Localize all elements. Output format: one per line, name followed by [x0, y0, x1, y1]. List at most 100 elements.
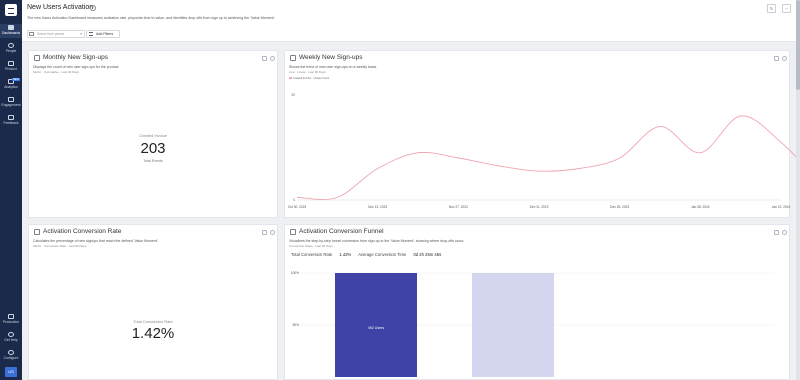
card-description: Displays the count of new user sign-ups … — [33, 65, 120, 69]
funnel-bar-label: 492 Users — [368, 326, 385, 330]
card-description: Visualizes the step-by-step funnel conve… — [289, 239, 465, 243]
avg-conversion-stat: Average Conversion Time 0d 2h 25m 46s — [358, 252, 441, 257]
conversion-funnel-chart: 100% 50% 492 Users — [291, 271, 775, 377]
monthly-signups-card: Monthly New Sign-ups Displays the count … — [28, 50, 278, 218]
table-icon — [34, 55, 40, 61]
settings-icon[interactable] — [782, 56, 787, 61]
kpi-label: Total Conversion Rate — [133, 319, 173, 324]
avatar[interactable]: US — [5, 367, 17, 377]
sidebar-item-people[interactable]: People — [0, 43, 22, 55]
kpi-sub: Total Events — [143, 159, 163, 163]
sidebar-item-label: Product — [5, 67, 17, 71]
lock-icon[interactable] — [262, 230, 267, 235]
funnel-bar[interactable] — [335, 273, 417, 377]
product-icon — [8, 61, 14, 66]
add-filters-button[interactable]: Add Filters — [86, 30, 120, 38]
sidebar-item-feedback[interactable]: Feedback — [0, 115, 22, 127]
kpi-label: Created Invoice — [138, 133, 167, 138]
lock-icon[interactable] — [774, 230, 779, 235]
settings-icon[interactable] — [782, 230, 787, 235]
card-description: Calculates the percentage of new signups… — [33, 239, 159, 243]
funnel-stats: Total Conversion Rate 1.42% Average Conv… — [291, 252, 447, 257]
lock-icon[interactable] — [774, 56, 779, 61]
time-period-select[interactable]: Select time period ▾ — [27, 30, 85, 38]
people-icon — [8, 43, 14, 48]
chevron-down-icon: ▾ — [80, 32, 82, 36]
sidebar-item-engagement[interactable]: Engagement — [0, 97, 22, 109]
page-scrollbar[interactable] — [796, 0, 800, 380]
legend-swatch — [289, 77, 292, 79]
total-conversion-label: Total Conversion Rate — [291, 252, 333, 257]
kpi-value: 203 — [140, 140, 166, 157]
sidebar-item-dashboards[interactable]: Dashboards — [0, 24, 22, 38]
sidebar-item-get-help[interactable]: Get Help — [0, 332, 22, 344]
new-badge: NEW — [11, 78, 20, 81]
sidebar-item-label: Get Help — [4, 338, 18, 342]
total-conversion-value: 1.42% — [339, 252, 352, 257]
lock-icon[interactable] — [262, 56, 267, 61]
dashboard-header: New Users Activation ? The new Users Act… — [22, 0, 796, 42]
settings-icon[interactable] — [270, 230, 275, 235]
avg-conversion-label: Average Conversion Time — [358, 252, 407, 257]
sidebar-item-analytics[interactable]: NEW Analytics — [0, 78, 22, 91]
sidebar-item-configure[interactable]: Configure — [0, 350, 22, 362]
y-tick-label: 0 — [293, 198, 295, 202]
page-title: New Users Activation — [27, 4, 94, 11]
weekly-signups-card: Weekly New Sign-ups Shows the trend of n… — [284, 50, 800, 218]
chart-legend[interactable]: Created Invoice · Unique Users — [289, 77, 329, 80]
weekly-signups-line-chart: 20 0 Oct 30, 2023 Nov 13, 2023 Nov 27, 2023 D… — [288, 93, 800, 209]
activation-conversion-funnel-card: Activation Conversion Funnel Visualizes … — [284, 224, 790, 380]
avg-conversion-value: 0d 2h 25m 46s — [413, 252, 442, 257]
help-circle-icon[interactable]: ? — [90, 5, 96, 11]
x-tick-label: Nov 13, 2023 — [368, 205, 387, 209]
help-icon — [8, 332, 14, 337]
card-title: Monthly New Sign-ups — [43, 54, 109, 61]
scrollbar-thumb[interactable] — [796, 0, 800, 90]
table-icon — [290, 55, 296, 61]
refresh-button[interactable]: ↻ — [767, 4, 776, 13]
legend-label: Created Invoice · Unique Users — [293, 77, 330, 80]
card-title: Activation Conversion Rate — [43, 228, 122, 235]
card-meta: Metric · Conversion Rate · Last 90 Days — [33, 244, 87, 248]
x-tick-label: Jan 08, 2024 — [691, 205, 710, 209]
sidebar-item-label: Production — [2, 320, 20, 324]
app-logo-icon[interactable] — [5, 4, 17, 16]
funnel-y-tick-label: 100% — [291, 271, 299, 275]
sidebar-item-label: Configure — [3, 356, 19, 360]
chart-icon — [290, 229, 296, 235]
x-tick-label: Dec 25, 2023 — [610, 205, 629, 209]
series-line[interactable] — [296, 115, 800, 200]
funnel-y-tick-label: 50% — [293, 323, 300, 327]
sidebar-item-label: Engagement — [1, 103, 21, 107]
x-tick-label: Nov 27, 2023 — [449, 205, 468, 209]
sidebar-item-production[interactable]: Production — [0, 314, 22, 326]
sidebar-item-product[interactable]: Product — [0, 61, 22, 73]
card-meta: Line · Linear · Last 90 Days — [289, 70, 326, 74]
funnel-bar[interactable] — [472, 273, 554, 377]
add-filters-label: Add Filters — [96, 32, 114, 36]
card-title: Weekly New Sign-ups — [299, 54, 363, 61]
more-options-button[interactable]: ⋯ — [782, 4, 791, 13]
dashboards-icon — [8, 25, 14, 30]
kpi-value: 1.42% — [131, 325, 175, 342]
card-meta: Conversion Steps · Last 90 Days — [289, 244, 333, 248]
card-title: Activation Conversion Funnel — [299, 228, 384, 235]
sidebar-item-label: Dashboards — [1, 31, 21, 35]
sidebar: Dashboards People Product NEW Analytics … — [0, 0, 22, 380]
chart-icon — [34, 229, 40, 235]
settings-icon[interactable] — [270, 56, 275, 61]
page-description: The new Users Activation Dashboard measu… — [27, 16, 276, 20]
y-tick-label: 20 — [291, 93, 295, 97]
gear-icon — [8, 350, 14, 355]
x-tick-label: Jan 22, 2024 — [772, 205, 791, 209]
time-period-placeholder: Select time period — [37, 32, 65, 36]
x-tick-label: Oct 30, 2023 — [288, 205, 306, 209]
sidebar-item-label: Analytics — [4, 85, 18, 89]
x-tick-label: Dec 11, 2023 — [530, 205, 549, 209]
engagement-icon — [8, 97, 14, 102]
filter-icon — [89, 32, 93, 36]
sidebar-item-label: People — [5, 49, 17, 53]
card-description: Shows the trend of new user sign-ups on … — [289, 65, 378, 69]
calendar-icon — [29, 32, 34, 36]
feedback-icon — [8, 115, 14, 120]
